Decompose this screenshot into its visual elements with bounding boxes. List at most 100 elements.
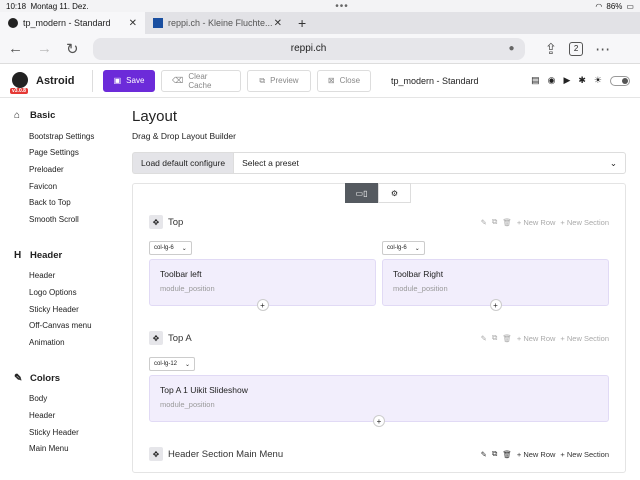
column-title: Toolbar left xyxy=(160,269,202,279)
sidebar-item[interactable]: Page Settings xyxy=(14,145,130,162)
clear-cache-button[interactable]: ⌫ Clear Cache xyxy=(161,69,241,92)
tab-label: reppi.ch - Kleine Fluchte... xyxy=(168,18,273,28)
close-tab-icon[interactable]: ✕ xyxy=(129,18,137,29)
close-button[interactable]: ⊠ Close xyxy=(317,69,371,92)
address-value: reppi.ch xyxy=(290,43,327,54)
copy-icon[interactable]: ⧉ xyxy=(492,449,497,459)
app-name: Astroid xyxy=(36,74,75,87)
youtube-icon[interactable]: ▶ xyxy=(563,75,570,86)
move-icon[interactable]: ✥ xyxy=(149,215,163,229)
url-bar: ← → ↻ reppi.ch ● ⇪ 2 ⋯ xyxy=(0,34,640,64)
page-title: tp_modern - Standard xyxy=(391,75,479,86)
copy-icon[interactable]: ⧉ xyxy=(492,333,497,343)
back-icon[interactable]: ← xyxy=(8,40,23,57)
preview-button[interactable]: ⧉ Preview xyxy=(247,69,311,92)
column-size-select[interactable]: col-lg-6 ⌄ xyxy=(382,241,425,255)
move-icon[interactable]: ✥ xyxy=(149,331,163,345)
sidebar-item[interactable]: Sticky Header xyxy=(14,424,130,441)
close-tab-icon[interactable]: ✕ xyxy=(274,18,282,29)
sidebar-item[interactable]: Bootstrap Settings xyxy=(14,128,130,145)
address-field[interactable]: reppi.ch ● xyxy=(92,37,525,60)
chevron-down-icon: ⌄ xyxy=(181,245,187,252)
sidebar-item[interactable]: Logo Options xyxy=(14,284,130,301)
column-card[interactable]: Toolbar Right module_position + xyxy=(382,259,609,311)
trash-icon[interactable]: 🗑 xyxy=(502,334,512,343)
preview-label: Preview xyxy=(270,76,299,85)
home-icon: ⌂ xyxy=(14,110,21,121)
status-date: Montag 11. Dez. xyxy=(30,1,89,11)
column-card[interactable]: Toolbar left module_position + xyxy=(149,259,376,311)
sidebar-item[interactable]: Main Menu xyxy=(14,440,130,457)
trash-icon[interactable]: 🗑 xyxy=(502,218,512,227)
version-badge: v3.0.8 xyxy=(10,87,28,94)
save-button[interactable]: ▣ Save xyxy=(103,69,155,92)
layout-section: ✥ Top ✎ ⧉ 🗑 + New Row + New Section col-… xyxy=(149,184,609,311)
tab-overview-button[interactable]: 2 xyxy=(569,41,584,56)
new-row-button[interactable]: + New Row xyxy=(517,334,556,343)
sidebar-group-title: Basic xyxy=(30,110,56,121)
edit-icon[interactable]: ✎ xyxy=(481,218,487,227)
edit-icon[interactable]: ✎ xyxy=(481,450,487,459)
theme-toggle[interactable] xyxy=(610,75,630,86)
brush-icon: ✎ xyxy=(14,372,23,384)
column-subtitle: module_position xyxy=(393,284,448,293)
tab-label: tp_modern - Standard xyxy=(23,18,111,28)
sidebar-item[interactable]: Favicon xyxy=(14,178,130,195)
sidebar-item[interactable]: Header xyxy=(14,268,130,285)
move-icon[interactable]: ✥ xyxy=(149,447,163,461)
column-subtitle: module_position xyxy=(160,400,215,409)
multitask-dots-icon[interactable]: ••• xyxy=(335,1,349,12)
sidebar-item[interactable]: Smooth Scroll xyxy=(14,211,130,228)
sidebar-item[interactable]: Animation xyxy=(14,334,130,351)
browser-tab-2[interactable]: reppi.ch - Kleine Fluchte... ✕ xyxy=(145,12,290,34)
column-title: Toolbar Right xyxy=(393,269,444,279)
sidebar-group-title: Header xyxy=(30,249,63,261)
external-link-icon: ⧉ xyxy=(259,75,266,85)
microphone-icon[interactable]: ● xyxy=(509,43,515,54)
layout-panel: Layout Drag & Drop Layout Builder Load d… xyxy=(130,98,640,473)
browser-tab-1[interactable]: tp_modern - Standard ✕ xyxy=(0,12,145,34)
sidebar: ⌂ Basic Bootstrap Settings Page Settings … xyxy=(0,98,130,459)
sidebar-item[interactable]: Header xyxy=(14,407,130,424)
status-time: 10:18 xyxy=(6,1,27,11)
sidebar-group-colors: ✎ Colors Body Header Sticky Header Main M… xyxy=(14,373,130,457)
new-section-button[interactable]: + New Section xyxy=(560,218,609,227)
sidebar-item[interactable]: Body xyxy=(14,391,130,408)
github-icon[interactable]: ◉ xyxy=(548,75,556,86)
wifi-icon: ◠ xyxy=(595,1,603,11)
section-name: Top xyxy=(168,216,184,228)
sidebar-item[interactable]: Off-Canvas menu xyxy=(14,317,130,334)
column-size-select[interactable]: col-lg-6 ⌄ xyxy=(149,241,192,255)
sidebar-item[interactable]: Preloader xyxy=(14,161,130,178)
forward-icon[interactable]: → xyxy=(37,40,52,57)
chevron-down-icon: ⌄ xyxy=(185,361,191,368)
share-icon[interactable]: ⇪ xyxy=(545,40,558,58)
bug-icon[interactable]: ✱ xyxy=(578,75,586,86)
documentation-icon[interactable]: ▤ xyxy=(531,75,540,86)
battery-icon: ▭ xyxy=(626,1,634,11)
sidebar-group-header: H Header Header Logo Options Sticky Heade… xyxy=(14,250,130,351)
browser-tab-bar: tp_modern - Standard ✕ reppi.ch - Kleine… xyxy=(0,12,640,34)
reload-icon[interactable]: ↻ xyxy=(66,40,79,58)
sidebar-item[interactable]: Sticky Header xyxy=(14,301,130,318)
save-label: Save xyxy=(126,76,145,85)
trash-icon[interactable]: 🗑 xyxy=(502,450,512,459)
load-default-button[interactable]: Load default configure xyxy=(132,152,234,174)
sidebar-group-title: Colors xyxy=(30,372,61,384)
new-section-button[interactable]: + New Section xyxy=(560,334,609,343)
column-subtitle: module_position xyxy=(160,284,215,293)
new-tab-icon[interactable]: + xyxy=(290,12,314,34)
preset-select[interactable]: Select a preset ⌄ xyxy=(233,152,626,174)
new-section-button[interactable]: + New Section xyxy=(560,450,609,459)
layout-title: Layout xyxy=(132,108,178,125)
edit-icon[interactable]: ✎ xyxy=(481,334,487,343)
new-row-button[interactable]: + New Row xyxy=(517,450,556,459)
column-title: Top A 1 Uikit Slideshow xyxy=(160,385,248,395)
column-size-select[interactable]: col-lg-12 ⌄ xyxy=(149,357,196,371)
column-size-value: col-lg-6 xyxy=(387,245,407,251)
copy-icon[interactable]: ⧉ xyxy=(492,217,497,227)
sidebar-item[interactable]: Back to Top xyxy=(14,194,130,211)
column-card[interactable]: Top A 1 Uikit Slideshow module_position … xyxy=(149,375,609,427)
new-row-button[interactable]: + New Row xyxy=(517,218,556,227)
more-icon[interactable]: ⋯ xyxy=(595,40,610,58)
